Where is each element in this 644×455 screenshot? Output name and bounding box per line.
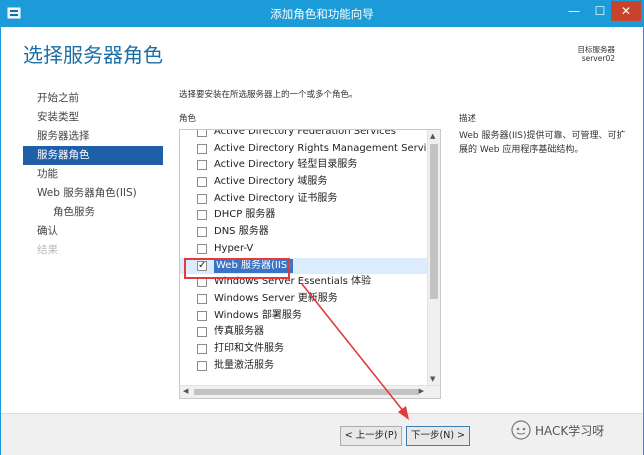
annotation-highlight-box (184, 258, 290, 279)
role-checkbox[interactable] (197, 343, 207, 354)
role-item[interactable]: DNS 服务器 (180, 224, 428, 241)
role-checkbox[interactable] (197, 243, 207, 254)
scroll-up-icon[interactable]: ▲ (430, 132, 435, 140)
scroll-right-icon[interactable]: ▶ (419, 387, 424, 395)
role-label: Active Directory 证书服务 (214, 192, 338, 204)
role-label: 传真服务器 (214, 326, 264, 338)
horizontal-scroll-thumb[interactable] (194, 389, 419, 395)
role-checkbox[interactable] (197, 310, 207, 321)
role-item[interactable]: Hyper-V (180, 241, 428, 258)
role-item[interactable]: Active Directory Rights Management Servi… (180, 141, 440, 158)
nav-item-server-selection[interactable]: 服务器选择 (23, 127, 163, 146)
minimize-button[interactable]: — (561, 1, 587, 21)
nav-item-confirmation[interactable]: 确认 (23, 222, 163, 241)
role-checkbox[interactable] (197, 360, 207, 371)
role-checkbox[interactable] (197, 227, 207, 238)
previous-button[interactable]: < 上一步(P) (340, 426, 402, 446)
horizontal-scrollbar[interactable]: ◀ ▶ (180, 385, 440, 398)
watermark: HACK学习呀 (511, 419, 636, 441)
roles-header: 角色 (179, 114, 197, 124)
role-checkbox[interactable] (197, 210, 207, 221)
role-label: DHCP 服务器 (214, 209, 276, 221)
nav-item-features[interactable]: 功能 (23, 165, 163, 184)
watermark-text: HACK学习呀 (535, 424, 605, 438)
scroll-left-icon[interactable]: ◀ (183, 387, 188, 395)
roles-list-content: Active Directory Federation Services Act… (180, 129, 440, 375)
role-item[interactable]: Windows 部署服务 (180, 308, 428, 325)
vertical-scrollbar[interactable]: ▲ ▼ (427, 130, 440, 385)
instruction-text: 选择要安装在所选服务器上的一个或多个角色。 (179, 90, 358, 100)
role-checkbox[interactable] (197, 327, 207, 338)
maximize-button[interactable]: ☐ (587, 1, 613, 21)
target-server-name: server02 (581, 54, 615, 63)
nav-item-results: 结果 (37, 244, 58, 256)
role-label: Windows 部署服务 (214, 309, 302, 321)
scroll-down-icon[interactable]: ▼ (430, 375, 435, 383)
page-title: 选择服务器角色 (23, 43, 163, 67)
role-item[interactable]: 批量激活服务 (180, 358, 428, 375)
nav-item-role-services[interactable]: 角色服务 (23, 203, 163, 222)
role-label: Active Directory 域服务 (214, 176, 328, 188)
role-item[interactable]: 传真服务器 (180, 324, 428, 341)
description-text: Web 服务器(IIS)提供可靠、可管理、可扩展的 Web 应用程序基础结构。 (459, 131, 626, 155)
wechat-icon (511, 420, 531, 440)
role-checkbox[interactable] (197, 293, 207, 304)
role-item[interactable]: Active Directory 域服务 (180, 174, 428, 191)
role-checkbox[interactable] (197, 130, 207, 137)
role-item[interactable]: Active Directory 证书服务 (180, 191, 428, 208)
role-label: 批量激活服务 (214, 359, 274, 371)
nav-item-web-server-role[interactable]: Web 服务器角色(IIS) (23, 184, 163, 203)
role-label: Active Directory Rights Management Servi… (214, 142, 441, 154)
nav-item-installation-type[interactable]: 安装类型 (23, 108, 163, 127)
role-label: Windows Server 更新服务 (214, 292, 338, 304)
role-item[interactable]: 打印和文件服务 (180, 341, 428, 358)
role-label: Active Directory Federation Services (214, 129, 396, 137)
vertical-scroll-thumb[interactable] (430, 144, 438, 299)
wizard-window: 添加角色和功能向导 — ☐ ✕ 选择服务器角色 目标服务器 server02 开… (0, 0, 644, 455)
role-label: Hyper-V (214, 242, 254, 254)
role-checkbox[interactable] (197, 160, 207, 171)
role-item[interactable]: DHCP 服务器 (180, 207, 428, 224)
role-item[interactable]: Active Directory Federation Services (180, 129, 428, 141)
next-button[interactable]: 下一步(N) > (406, 426, 470, 446)
role-checkbox[interactable] (197, 193, 207, 204)
role-checkbox[interactable] (197, 143, 207, 154)
title-bar[interactable]: 添加角色和功能向导 — ☐ ✕ (1, 1, 643, 27)
role-checkbox[interactable] (197, 177, 207, 188)
description-header: 描述 (459, 114, 477, 124)
wizard-nav: 开始之前 安装类型 服务器选择 服务器角色 功能 Web 服务器角色(IIS) … (23, 89, 163, 260)
role-item[interactable]: Active Directory 轻型目录服务 (180, 157, 428, 174)
role-item[interactable]: Windows Server 更新服务 (180, 291, 428, 308)
close-button[interactable]: ✕ (611, 1, 641, 21)
nav-item-server-roles[interactable]: 服务器角色 (23, 146, 163, 165)
nav-item-before-you-begin[interactable]: 开始之前 (23, 89, 163, 108)
role-label: 打印和文件服务 (214, 342, 284, 354)
role-label: Active Directory 轻型目录服务 (214, 159, 358, 171)
window-title: 添加角色和功能向导 (270, 7, 374, 21)
role-label: DNS 服务器 (214, 226, 269, 238)
